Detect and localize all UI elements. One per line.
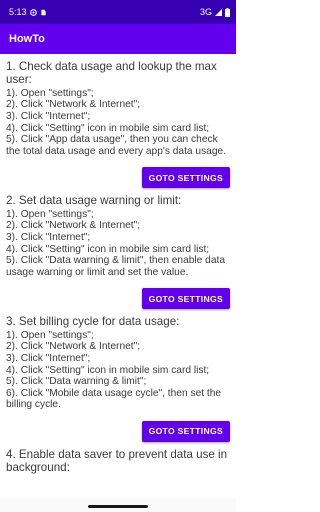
- content-scroll[interactable]: 1. Check data usage and lookup the max u…: [0, 54, 236, 512]
- step-item: 3). Click "Internet";: [6, 352, 91, 364]
- app-bar: HowTo: [0, 24, 236, 54]
- step-item: 4). Click "Setting" icon in mobile sim c…: [6, 364, 210, 376]
- section-title: 3. Set billing cycle for data usage:: [6, 315, 180, 329]
- goto-settings-button[interactable]: GOTO SETTINGS: [141, 167, 230, 189]
- section-title: 4. Enable data saver to prevent data use…: [6, 447, 228, 475]
- step-item: 2). Click "Network & Internet";: [6, 99, 141, 111]
- section-check-data-usage: 1. Check data usage and lookup the max u…: [6, 60, 232, 189]
- signal-icon: [215, 8, 222, 16]
- step-item: 3). Click "Internet";: [6, 111, 91, 122]
- step-item: 1). Open "settings";: [6, 208, 94, 220]
- step-item: 5). Click "Data warning & limit";: [6, 376, 147, 388]
- step-item: 1). Open "settings";: [6, 329, 94, 341]
- home-gesture-handle[interactable]: [88, 505, 148, 508]
- step-item: 2). Click "Network & Internet";: [6, 341, 141, 353]
- step-item: 4). Click "Setting" icon in mobile sim c…: [6, 243, 210, 255]
- goto-settings-button[interactable]: GOTO SETTINGS: [141, 420, 230, 442]
- step-item: 1). Open "settings";: [6, 87, 94, 99]
- notification-icon: [29, 8, 37, 16]
- section-billing-cycle: 3. Set billing cycle for data usage: 1).…: [6, 315, 232, 442]
- step-item: 3). Click "Internet";: [6, 231, 91, 243]
- gesture-nav-bar: [0, 498, 236, 512]
- section-data-warning-limit: 2. Set data usage warning or limit: 1). …: [6, 194, 232, 310]
- status-network: 3G: [199, 7, 212, 17]
- app-title: HowTo: [9, 33, 45, 45]
- section-title: 2. Set data usage warning or limit:: [6, 194, 182, 208]
- step-item: 2). Click "Network & Internet";: [6, 220, 141, 232]
- section-title: 1. Check data usage and lookup the max u…: [6, 60, 217, 87]
- goto-settings-button[interactable]: GOTO SETTINGS: [141, 288, 230, 310]
- step-item: 5). Click "Data warning & limit", then e…: [6, 255, 226, 278]
- step-item: 5). Click "App data usage", then you can…: [6, 134, 227, 157]
- battery-icon: [225, 7, 230, 17]
- sim-card-icon: [40, 9, 46, 15]
- step-item: 6). Click "Mobile data usage cycle", the…: [6, 387, 222, 411]
- status-bar: 5:13 3G: [0, 0, 236, 24]
- step-item: 4). Click "Setting" icon in mobile sim c…: [6, 122, 210, 134]
- status-time: 5:13: [9, 7, 27, 17]
- section-data-saver: 4. Enable data saver to prevent data use…: [6, 448, 232, 475]
